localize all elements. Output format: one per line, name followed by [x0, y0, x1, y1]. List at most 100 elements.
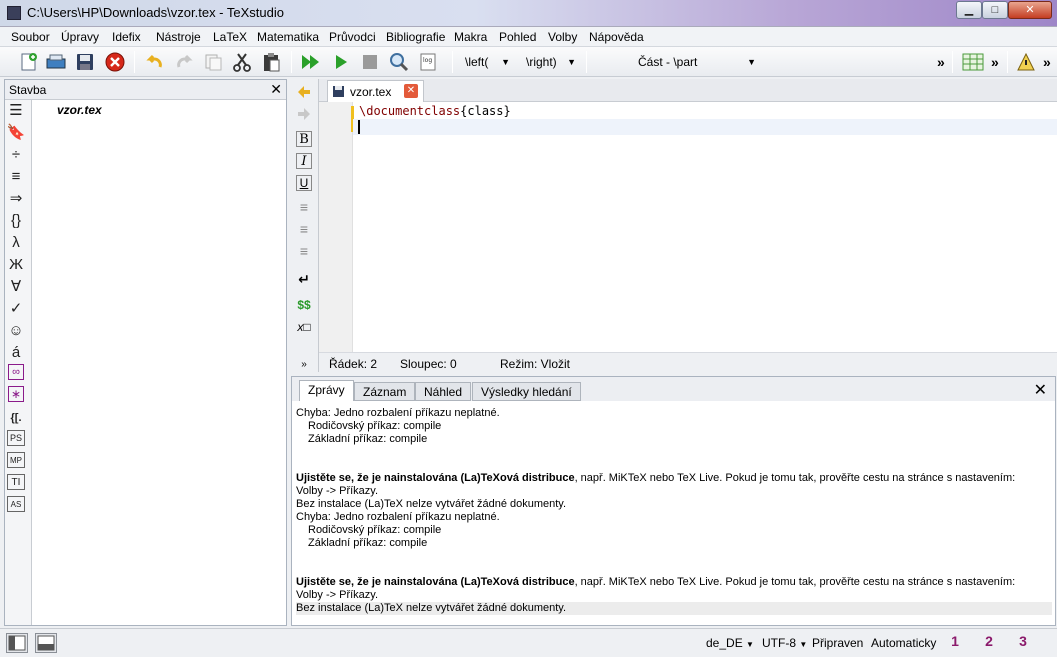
- messages-log: Chyba: Jedno rozbalení příkazu neplatné.…: [296, 407, 1052, 615]
- new-file-icon[interactable]: [17, 50, 41, 74]
- encoding-selector[interactable]: UTF-8 ▼: [762, 636, 807, 650]
- menu-pruvodci[interactable]: Průvodci: [329, 30, 376, 44]
- redo-icon[interactable]: [172, 50, 196, 74]
- table-icon[interactable]: [961, 50, 985, 74]
- menu-volby[interactable]: Volby: [548, 30, 577, 44]
- close-file-icon[interactable]: [103, 50, 127, 74]
- math-mode-icon[interactable]: $$: [294, 295, 314, 315]
- toolbar-more-button-3[interactable]: »: [1043, 51, 1051, 73]
- misc-math-icon[interactable]: ∀: [4, 276, 28, 296]
- bookmark-1-icon[interactable]: 1: [947, 633, 963, 653]
- align-right-icon[interactable]: ≡: [294, 241, 314, 261]
- favorites-icon[interactable]: ∞: [8, 364, 24, 380]
- misc-text-icon[interactable]: ✓: [4, 298, 28, 318]
- operators-icon[interactable]: ÷: [4, 144, 28, 164]
- delimiters-icon[interactable]: {}: [4, 210, 28, 230]
- right-delimiter-combo[interactable]: \right) ▼: [526, 51, 576, 73]
- underline-button[interactable]: U: [296, 175, 312, 191]
- arrows-icon[interactable]: ⇒: [4, 188, 28, 208]
- log-line: Rodičovský příkaz: compile: [308, 524, 442, 536]
- minimize-button[interactable]: ▁: [956, 1, 982, 19]
- text-caret: [358, 120, 360, 134]
- left-delimiter-combo[interactable]: \left( ▼: [465, 51, 510, 73]
- toolbar-more-button[interactable]: »: [937, 51, 945, 73]
- format-toolbar: B I U ≡ ≡ ≡ ↵ $$ x□ »: [290, 79, 318, 375]
- bookmark-3-icon[interactable]: 3: [1015, 633, 1031, 653]
- tikz-icon[interactable]: TI: [7, 474, 25, 490]
- left-right-delims-icon[interactable]: {[.: [4, 408, 28, 428]
- forward-arrow-icon[interactable]: [294, 104, 314, 124]
- messages-tabs: Zprávy Záznam Náhled Výsledky hledání ✕: [292, 377, 1055, 401]
- align-left-icon[interactable]: ≡: [294, 197, 314, 217]
- new-line-icon[interactable]: ↵: [294, 269, 314, 289]
- log-label: log: [423, 57, 432, 64]
- toggle-messages-icon[interactable]: [35, 633, 57, 653]
- close-icon[interactable]: ✕: [270, 81, 282, 98]
- close-window-button[interactable]: ✕: [1008, 1, 1052, 19]
- menu-upravy[interactable]: Úpravy: [61, 30, 99, 44]
- bookmarks-icon[interactable]: 🔖: [4, 122, 28, 142]
- relations-icon[interactable]: ≡: [4, 166, 28, 186]
- toggle-structure-icon[interactable]: [6, 633, 28, 653]
- menu-idefix[interactable]: Idefix: [112, 30, 141, 44]
- view-icon[interactable]: [387, 50, 411, 74]
- log-line: Základní příkaz: compile: [308, 537, 428, 549]
- back-arrow-icon[interactable]: [294, 82, 314, 102]
- compile-icon[interactable]: [329, 50, 353, 74]
- toolbar-more-button-2[interactable]: »: [991, 51, 999, 73]
- menu-matematika[interactable]: Matematika: [257, 30, 319, 44]
- editor-area: vzor.tex ✕ \documentclass{class} Řádek: …: [318, 79, 1057, 372]
- warning-icon[interactable]: [1014, 50, 1038, 74]
- paste-icon[interactable]: [259, 50, 283, 74]
- greek-icon[interactable]: λ: [4, 232, 28, 252]
- build-and-view-icon[interactable]: [299, 50, 323, 74]
- copy-icon[interactable]: [201, 50, 225, 74]
- tab-zpravy[interactable]: Zprávy: [299, 380, 354, 401]
- structure-panel: Stavba ✕ vzor.tex: [4, 79, 287, 626]
- structure-view-icon[interactable]: ☰: [4, 100, 28, 120]
- sectioning-combo[interactable]: Část - \part ▼: [638, 51, 756, 73]
- log-line: Základní příkaz: compile: [308, 433, 428, 445]
- italic-button[interactable]: I: [296, 153, 312, 169]
- save-icon[interactable]: [73, 50, 97, 74]
- language-selector[interactable]: de_DE ▼: [706, 636, 754, 650]
- cut-icon[interactable]: [230, 50, 254, 74]
- tab-vysledky-hledani[interactable]: Výsledky hledání: [472, 382, 581, 401]
- menu-latex[interactable]: LaTeX: [213, 30, 247, 44]
- tab-zaznam[interactable]: Záznam: [354, 382, 416, 401]
- special-chars-icon[interactable]: á: [4, 342, 28, 362]
- menu-soubor[interactable]: Soubor: [11, 30, 50, 44]
- chevron-down-icon: ▼: [501, 57, 510, 67]
- subscript-icon[interactable]: x□: [294, 317, 314, 337]
- print-icon[interactable]: [44, 50, 68, 74]
- right-delimiter-value: \right): [526, 55, 557, 69]
- close-icon[interactable]: ✕: [1034, 380, 1047, 400]
- cyrillic-icon[interactable]: Ж: [4, 254, 28, 274]
- metapost-icon[interactable]: MP: [7, 452, 25, 468]
- chevron-down-icon[interactable]: »: [294, 354, 314, 374]
- menu-makra[interactable]: Makra: [454, 30, 487, 44]
- align-center-icon[interactable]: ≡: [294, 219, 314, 239]
- asymptote-icon[interactable]: AS: [7, 496, 25, 512]
- log-icon[interactable]: log: [416, 50, 440, 74]
- code-editor[interactable]: \documentclass{class}: [353, 102, 1057, 352]
- structure-file-item[interactable]: vzor.tex: [57, 103, 102, 117]
- stop-icon[interactable]: [358, 50, 382, 74]
- close-icon[interactable]: ✕: [404, 84, 418, 98]
- menu-bibliografie[interactable]: Bibliografie: [386, 30, 445, 44]
- maximize-button[interactable]: □: [982, 1, 1008, 19]
- recent-symbols-icon[interactable]: ∗: [8, 386, 24, 402]
- menu-nastroje[interactable]: Nástroje: [156, 30, 201, 44]
- undo-icon[interactable]: [143, 50, 167, 74]
- log-line: Ujistěte se, že je nainstalována (La)TeX…: [296, 472, 1052, 485]
- tab-vzor-tex[interactable]: vzor.tex ✕: [327, 80, 424, 102]
- bold-button[interactable]: B: [296, 131, 312, 147]
- menu-pohled[interactable]: Pohled: [499, 30, 536, 44]
- bookmark-2-icon[interactable]: 2: [981, 633, 997, 653]
- spellcheck-mode[interactable]: Automaticky: [871, 636, 936, 650]
- wasysym-icon[interactable]: ☺: [4, 320, 28, 340]
- tab-nahled[interactable]: Náhled: [415, 382, 472, 401]
- pstricks-icon[interactable]: PS: [7, 430, 25, 446]
- cursor-line: Řádek: 2: [329, 357, 378, 371]
- menu-napoveda[interactable]: Nápověda: [589, 30, 644, 44]
